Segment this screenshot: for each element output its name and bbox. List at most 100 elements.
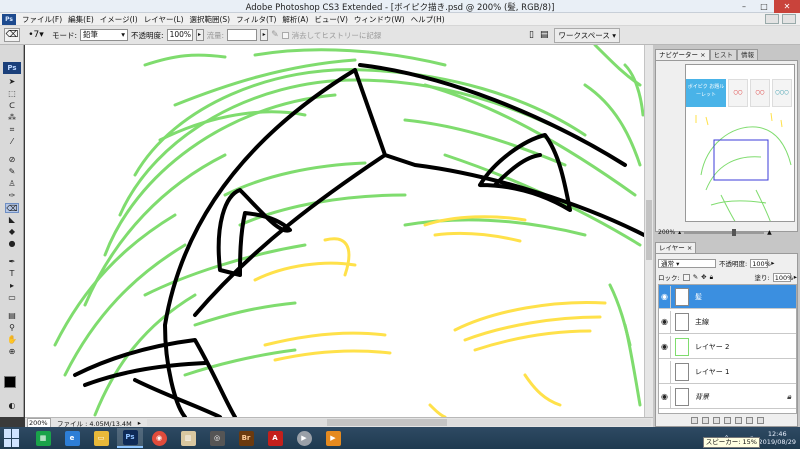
tab-layers[interactable]: レイヤー ×: [655, 242, 697, 253]
maximize-button[interactable]: □: [754, 0, 774, 13]
minimize-button[interactable]: –: [734, 0, 754, 13]
flow-input[interactable]: [227, 29, 258, 41]
horizontal-scrollbar[interactable]: [146, 419, 651, 426]
horizontal-scroll-thumb[interactable]: [326, 419, 447, 426]
blend-mode-select[interactable]: 通常 ▾: [658, 258, 716, 268]
lock-pixels-icon[interactable]: ✎: [693, 273, 698, 281]
close-button[interactable]: ✕: [774, 0, 800, 13]
layer-mask-icon[interactable]: [713, 417, 720, 424]
layer-row-background[interactable]: ◉ 背景 🔒︎: [659, 385, 796, 409]
layer-row-hair[interactable]: ◉ 髪: [659, 285, 796, 309]
adjustment-layer-icon[interactable]: [724, 417, 731, 424]
layer-row-layer1[interactable]: レイヤー 1: [659, 360, 796, 384]
magic-wand-tool-icon[interactable]: ⁂: [5, 113, 19, 123]
bridge-launch-icon[interactable]: [765, 14, 779, 24]
erase-to-history-checkbox[interactable]: [281, 31, 289, 39]
opacity-slider-toggle[interactable]: ▸: [195, 29, 204, 41]
visibility-eye-icon[interactable]: ◉: [659, 335, 671, 358]
zoom-tool-icon[interactable]: ⊕: [5, 347, 19, 357]
taskbar-app-media[interactable]: ▶: [291, 428, 317, 448]
menu-view[interactable]: ビュー(V): [311, 13, 350, 26]
history-brush-tool-icon[interactable]: ✑: [5, 191, 19, 201]
taskbar-app-bridge[interactable]: Br: [233, 428, 259, 448]
quick-mask-icon[interactable]: ◐: [5, 401, 19, 411]
healing-brush-tool-icon[interactable]: ⊘: [5, 155, 19, 165]
file-info[interactable]: ファイル : 4.05M/13.4M: [57, 418, 132, 428]
chevron-right-icon[interactable]: ▸: [794, 273, 797, 281]
close-icon[interactable]: ×: [700, 51, 705, 59]
menu-file[interactable]: ファイル(F): [19, 13, 65, 26]
taskbar-app-acrobat[interactable]: A: [262, 428, 288, 448]
navigator-preview[interactable]: ボイピク お題ルーレット 〇〇 〇〇 〇〇〇: [685, 64, 795, 222]
visibility-empty-icon[interactable]: [659, 360, 671, 383]
document-canvas[interactable]: [25, 45, 644, 417]
zoom-level-field[interactable]: 200%: [27, 417, 51, 428]
close-icon[interactable]: ×: [687, 244, 692, 252]
dodge-tool-icon[interactable]: ●: [5, 239, 19, 249]
link-layers-icon[interactable]: [691, 417, 698, 424]
move-tool-icon[interactable]: ➤: [5, 77, 19, 87]
layer-row-lineart[interactable]: ◉ 主線: [659, 310, 796, 334]
tool-preset-eraser-icon[interactable]: ⌫: [4, 28, 20, 42]
eraser-tool-icon[interactable]: ⌫: [5, 203, 19, 213]
workspace-button[interactable]: ワークスペース ▾: [554, 27, 620, 43]
tab-info[interactable]: 情報: [737, 49, 759, 60]
visibility-eye-icon[interactable]: ◉: [659, 285, 671, 308]
screen-mode-icon[interactable]: [782, 14, 796, 24]
tab-navigator[interactable]: ナビゲーター ×: [655, 49, 710, 60]
opacity-input[interactable]: 100%: [166, 29, 193, 41]
taskbar-app-store[interactable]: ▦: [30, 428, 56, 448]
foreground-color-swatch[interactable]: [4, 376, 16, 388]
visibility-eye-icon[interactable]: ◉: [659, 385, 671, 408]
pen-tool-icon[interactable]: ✒: [5, 257, 19, 267]
brush-preset-picker[interactable]: •7▾: [23, 28, 49, 42]
flow-slider-toggle[interactable]: ▸: [260, 29, 269, 41]
taskbar-app-photoshop[interactable]: Ps: [117, 428, 143, 448]
taskbar-app-explorer[interactable]: ▭: [88, 428, 114, 448]
vertical-scroll-thumb[interactable]: [646, 200, 652, 260]
status-arrow-icon[interactable]: ▸: [138, 419, 141, 427]
mode-select[interactable]: 鉛筆 ▾: [80, 29, 129, 41]
brush-tool-icon[interactable]: ✎: [5, 167, 19, 177]
taskbar-app-spiral[interactable]: ◎: [204, 428, 230, 448]
taskbar-app-chrome[interactable]: ◉: [146, 428, 172, 448]
lock-all-icon[interactable]: 🔒︎: [710, 273, 713, 282]
fill-input[interactable]: 100%: [772, 272, 793, 282]
start-button[interactable]: [4, 429, 22, 447]
palette-well-icon[interactable]: ▤: [540, 30, 549, 40]
layer-row-layer2[interactable]: ◉ レイヤー 2: [659, 335, 796, 359]
clock[interactable]: 12:46 2019/08/29: [759, 430, 796, 446]
taskbar-app-video[interactable]: ▶: [320, 428, 346, 448]
shape-tool-icon[interactable]: ▭: [5, 293, 19, 303]
zoom-in-icon[interactable]: ▲: [767, 229, 772, 236]
paint-bucket-tool-icon[interactable]: ◣: [5, 215, 19, 225]
menu-help[interactable]: ヘルプ(H): [408, 13, 448, 26]
lock-position-icon[interactable]: ✥: [701, 273, 706, 281]
lasso-tool-icon[interactable]: ᑕ: [5, 101, 19, 111]
ps-logo-icon[interactable]: Ps: [3, 62, 21, 74]
tab-history[interactable]: ヒスト: [709, 49, 738, 60]
lock-transparency-icon[interactable]: [682, 273, 690, 281]
new-layer-icon[interactable]: [746, 417, 753, 424]
document-icon[interactable]: ▯: [529, 30, 534, 40]
marquee-tool-icon[interactable]: ⬚: [5, 89, 19, 99]
visibility-eye-icon[interactable]: ◉: [659, 310, 671, 333]
path-selection-tool-icon[interactable]: ▸: [5, 281, 19, 291]
menu-filter[interactable]: フィルタ(T): [233, 13, 279, 26]
menu-image[interactable]: イメージ(I): [97, 13, 141, 26]
notes-tool-icon[interactable]: ▤: [5, 311, 19, 321]
airbrush-icon[interactable]: ✎: [271, 30, 279, 40]
navigator-zoom-slider[interactable]: [684, 228, 765, 236]
stamp-tool-icon[interactable]: ♙: [5, 179, 19, 189]
navigator-zoom-value[interactable]: 200%: [658, 229, 675, 236]
blur-tool-icon[interactable]: ◆: [5, 227, 19, 237]
trash-icon[interactable]: [757, 417, 764, 424]
hand-tool-icon[interactable]: ✋: [5, 335, 19, 345]
layer-opacity-input[interactable]: 100%: [750, 258, 771, 268]
menu-window[interactable]: ウィンドウ(W): [351, 13, 408, 26]
slice-tool-icon[interactable]: ⁄: [5, 137, 19, 147]
menu-analysis[interactable]: 解析(A): [279, 13, 311, 26]
menu-layer[interactable]: レイヤー(L): [141, 13, 187, 26]
menu-edit[interactable]: 編集(E): [65, 13, 97, 26]
taskbar-app-ie[interactable]: e: [59, 428, 85, 448]
